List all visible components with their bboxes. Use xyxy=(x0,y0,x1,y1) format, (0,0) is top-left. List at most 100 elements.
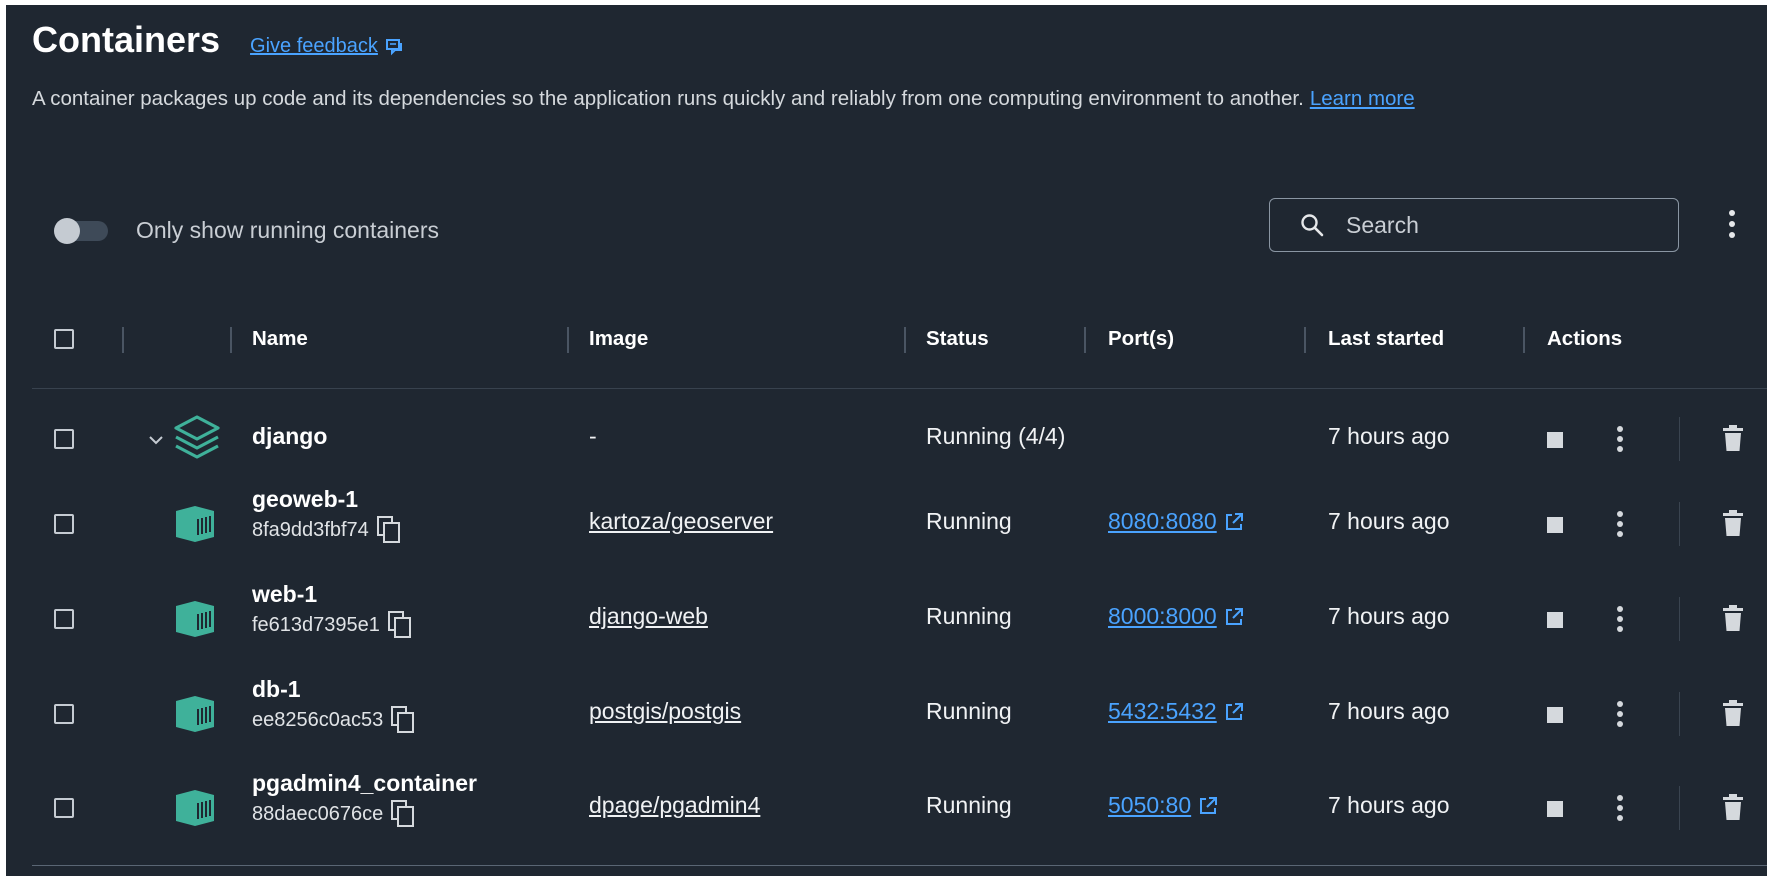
trash-icon[interactable] xyxy=(1723,605,1743,631)
learn-more-link[interactable]: Learn more xyxy=(1310,87,1415,110)
table-row[interactable]: pgadmin4_container 88daec0676ce dpage/pg… xyxy=(6,762,1767,852)
page-description: A container packages up code and its dep… xyxy=(32,87,1415,111)
row-checkbox[interactable] xyxy=(54,609,74,629)
group-status: Running (4/4) xyxy=(926,423,1066,449)
give-feedback-label: Give feedback xyxy=(250,35,378,57)
container-image-link[interactable]: kartoza/geoserver xyxy=(589,508,773,535)
port-mapping[interactable]: 5050:80 xyxy=(1108,792,1218,819)
table-row-group-django[interactable]: django - Running (4/4) 7 hours ago xyxy=(6,393,1767,483)
external-link-icon[interactable] xyxy=(1199,796,1218,815)
container-image-link[interactable]: dpage/pgadmin4 xyxy=(589,792,760,819)
column-header-status[interactable]: Status xyxy=(926,327,989,351)
port-link[interactable]: 8000:8000 xyxy=(1108,603,1217,630)
container-name[interactable]: pgadmin4_container xyxy=(252,770,477,797)
table-bottom-divider xyxy=(32,865,1767,866)
container-last-started: 7 hours ago xyxy=(1328,508,1450,534)
copy-icon[interactable] xyxy=(387,611,412,639)
group-last-started: 7 hours ago xyxy=(1328,423,1450,449)
port-link[interactable]: 5432:5432 xyxy=(1108,698,1217,725)
trash-icon[interactable] xyxy=(1723,425,1743,451)
row-checkbox[interactable] xyxy=(54,429,74,449)
stop-icon[interactable] xyxy=(1547,517,1563,533)
external-link-icon[interactable] xyxy=(1225,607,1243,626)
table-row[interactable]: geoweb-1 8fa9dd3fbf74 kartoza/geoserver … xyxy=(6,478,1767,568)
container-icon xyxy=(176,696,214,732)
port-link[interactable]: 5050:80 xyxy=(1108,792,1191,819)
table-row[interactable]: db-1 ee8256c0ac53 postgis/postgis Runnin… xyxy=(6,668,1767,758)
container-image-link[interactable]: django-web xyxy=(589,603,708,630)
kebab-icon[interactable] xyxy=(1616,425,1624,453)
port-mapping[interactable]: 8080:8080 xyxy=(1108,508,1243,535)
container-id-text: ee8256c0ac53 xyxy=(252,708,384,731)
page-title: Containers xyxy=(32,19,221,60)
kebab-icon[interactable] xyxy=(1726,209,1738,239)
column-header-name[interactable]: Name xyxy=(252,327,308,351)
column-separator xyxy=(230,327,232,353)
kebab-icon[interactable] xyxy=(1616,700,1624,728)
container-name[interactable]: db-1 xyxy=(252,676,301,703)
container-icon xyxy=(176,790,214,826)
select-all-checkbox[interactable] xyxy=(54,329,74,349)
stack-icon xyxy=(174,415,220,459)
container-id: ee8256c0ac53 xyxy=(252,706,415,734)
port-link[interactable]: 8080:8080 xyxy=(1108,508,1217,535)
container-status: Running xyxy=(926,698,1012,724)
running-only-label: Only show running containers xyxy=(136,217,439,243)
container-name[interactable]: geoweb-1 xyxy=(252,486,358,513)
stop-icon[interactable] xyxy=(1547,432,1563,448)
container-id: 88daec0676ce xyxy=(252,800,415,828)
row-checkbox[interactable] xyxy=(54,798,74,818)
containers-panel: Containers Give feedback A container pac… xyxy=(6,5,1767,876)
column-header-last-started[interactable]: Last started xyxy=(1328,327,1444,351)
group-name[interactable]: django xyxy=(252,423,327,450)
external-link-icon[interactable] xyxy=(1225,512,1243,531)
container-id-text: 88daec0676ce xyxy=(252,802,384,825)
description-text: A container packages up code and its dep… xyxy=(32,87,1304,110)
column-header-ports[interactable]: Port(s) xyxy=(1108,327,1174,351)
column-header-actions: Actions xyxy=(1547,327,1623,350)
stop-icon[interactable] xyxy=(1547,801,1563,817)
stop-icon[interactable] xyxy=(1547,612,1563,628)
feedback-icon xyxy=(385,38,402,55)
chevron-down-icon[interactable] xyxy=(148,434,164,446)
give-feedback-link[interactable]: Give feedback xyxy=(250,35,406,58)
running-only-toggle[interactable] xyxy=(54,217,108,244)
search-box[interactable] xyxy=(1269,198,1679,252)
trash-icon[interactable] xyxy=(1723,794,1743,820)
action-divider xyxy=(1679,502,1680,546)
search-input[interactable] xyxy=(1344,210,1648,240)
port-mapping[interactable]: 5432:5432 xyxy=(1108,698,1243,725)
trash-icon[interactable] xyxy=(1723,510,1743,536)
container-icon xyxy=(176,506,214,542)
container-id: 8fa9dd3fbf74 xyxy=(252,516,401,544)
column-separator xyxy=(1304,327,1306,353)
row-checkbox[interactable] xyxy=(54,514,74,534)
column-separator xyxy=(567,327,569,353)
column-separator xyxy=(122,327,124,353)
container-last-started: 7 hours ago xyxy=(1328,792,1450,818)
stop-icon[interactable] xyxy=(1547,707,1563,723)
port-mapping[interactable]: 8000:8000 xyxy=(1108,603,1243,630)
container-image-link[interactable]: postgis/postgis xyxy=(589,698,741,725)
container-status: Running xyxy=(926,792,1012,818)
container-status: Running xyxy=(926,603,1012,629)
toggle-knob xyxy=(54,217,80,244)
trash-icon[interactable] xyxy=(1723,700,1743,726)
external-link-icon[interactable] xyxy=(1225,702,1243,721)
column-header-image[interactable]: Image xyxy=(589,327,648,351)
kebab-icon[interactable] xyxy=(1616,605,1624,633)
action-divider xyxy=(1679,597,1680,641)
container-id-text: fe613d7395e1 xyxy=(252,613,380,636)
column-separator xyxy=(1523,327,1525,353)
container-last-started: 7 hours ago xyxy=(1328,698,1450,724)
container-id-text: 8fa9dd3fbf74 xyxy=(252,518,369,541)
copy-icon[interactable] xyxy=(391,800,415,828)
kebab-icon[interactable] xyxy=(1616,794,1624,822)
kebab-icon[interactable] xyxy=(1616,510,1624,538)
container-name[interactable]: web-1 xyxy=(252,581,317,608)
table-row[interactable]: web-1 fe613d7395e1 django-web Running 80… xyxy=(6,573,1767,663)
container-id: fe613d7395e1 xyxy=(252,611,412,639)
copy-icon[interactable] xyxy=(391,706,415,734)
copy-icon[interactable] xyxy=(376,516,401,544)
row-checkbox[interactable] xyxy=(54,704,74,724)
